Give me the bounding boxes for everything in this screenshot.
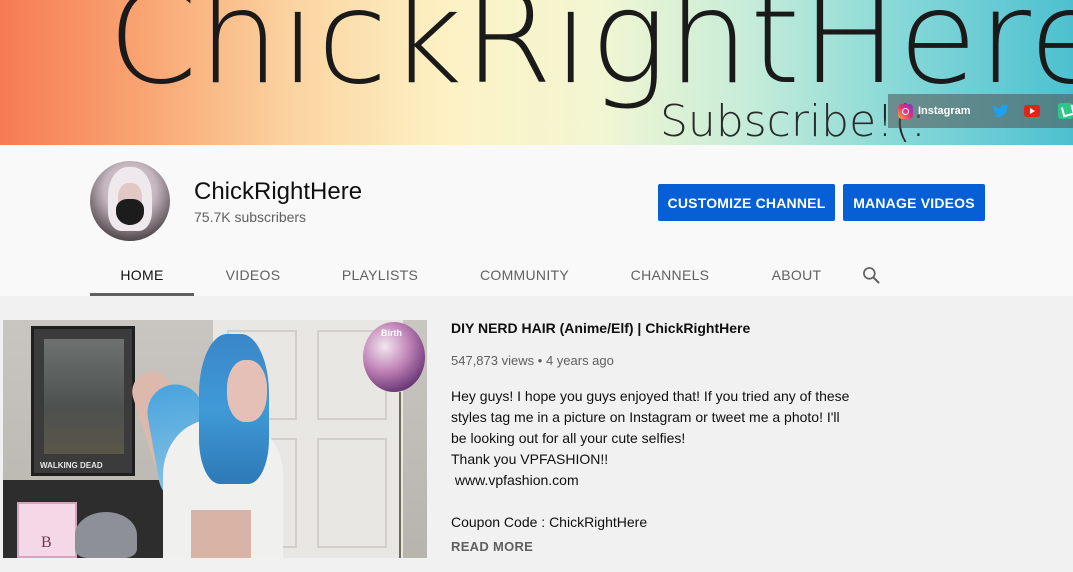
thumb-balloon: Birth <box>363 322 425 392</box>
manage-videos-button[interactable]: MANAGE VIDEOS <box>843 184 985 221</box>
description-line: be looking out for all your cute selfies… <box>451 430 686 446</box>
thumb-face <box>227 360 267 422</box>
thumb-poster: WALKING DEAD <box>31 326 135 476</box>
description-line: styles tag me in a picture on Instagram … <box>451 409 840 425</box>
description-line: Coupon Code : ChickRightHere <box>451 514 648 530</box>
tab-home[interactable]: HOME <box>90 253 194 296</box>
pillow-text: B <box>41 534 52 551</box>
instagram-icon <box>898 103 913 119</box>
channel-search-button[interactable] <box>854 253 888 296</box>
vine-icon[interactable] <box>1057 103 1073 119</box>
view-count: 547,873 views <box>451 353 535 368</box>
banner-links: Instagram <box>888 94 1073 128</box>
thumb-balloon-string <box>399 392 401 558</box>
customize-channel-button[interactable]: CUSTOMIZE CHANNEL <box>658 184 835 221</box>
banner-subtitle: Subscribe!(: <box>660 96 926 145</box>
channel-name: ChickRightHere <box>194 178 363 205</box>
tab-channels[interactable]: CHANNELS <box>601 253 739 296</box>
upload-age: 4 years ago <box>545 353 614 368</box>
poster-art <box>44 339 124 454</box>
description-line: Thank you VPFASHION!! <box>451 451 609 467</box>
thumb-waist <box>191 510 251 558</box>
banner-link-instagram[interactable]: Instagram <box>898 103 971 119</box>
featured-video-title[interactable]: DIY NERD HAIR (Anime/Elf) | ChickRightHe… <box>451 320 750 336</box>
door-panel <box>317 438 387 548</box>
channel-header: ChickRightHere 75.7K subscribers CUSTOMI… <box>0 145 1073 296</box>
featured-video-thumbnail[interactable]: WALKING DEAD B Birth <box>3 320 427 558</box>
thumb-plush <box>75 512 137 558</box>
twitter-icon[interactable] <box>992 104 1009 118</box>
featured-video-description: Hey guys! I hope you guys enjoyed that! … <box>451 386 851 533</box>
description-link[interactable]: www.vpfashion.com <box>451 470 851 491</box>
avatar[interactable] <box>90 161 170 241</box>
instagram-label: Instagram <box>918 105 971 117</box>
subscriber-count: 75.7K subscribers <box>194 209 307 225</box>
meta-separator: • <box>537 353 543 368</box>
tab-videos[interactable]: VIDEOS <box>194 253 312 296</box>
poster-text: WALKING DEAD <box>40 461 103 470</box>
balloon-text: Birth <box>381 328 402 338</box>
description-line <box>451 491 851 512</box>
tab-playlists[interactable]: PLAYLISTS <box>312 253 448 296</box>
tab-community[interactable]: COMMUNITY <box>448 253 601 296</box>
channel-tabs: HOME VIDEOS PLAYLISTS COMMUNITY CHANNELS… <box>90 253 888 296</box>
tab-about[interactable]: ABOUT <box>739 253 854 296</box>
description-line: Hey guys! I hope you guys enjoyed that! … <box>451 388 850 404</box>
youtube-icon[interactable] <box>1024 105 1040 117</box>
channel-banner: ChickRightHere Subscribe!(: Instagram <box>0 0 1073 145</box>
read-more-button[interactable]: READ MORE <box>451 539 533 554</box>
search-icon <box>863 266 880 283</box>
featured-video-meta: 547,873 views • 4 years ago <box>451 353 614 368</box>
avatar-mask <box>116 199 144 225</box>
thumb-pillow: B <box>17 502 77 558</box>
